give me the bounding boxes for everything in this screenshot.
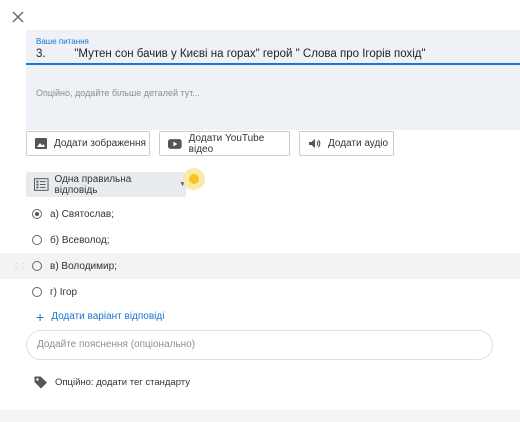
close-icon[interactable]	[10, 9, 26, 25]
explanation-input[interactable]: Додайте пояснення (опціонально)	[26, 330, 493, 360]
answer-radio[interactable]	[32, 287, 42, 297]
add-standard-tag-button[interactable]: Опційно: додати тег стандарту	[34, 376, 190, 389]
add-youtube-button[interactable]: Додати YouTube відео	[159, 131, 290, 156]
image-icon	[35, 138, 47, 149]
answer-radio[interactable]	[32, 261, 42, 271]
add-standard-tag-label: Опційно: додати тег стандарту	[55, 377, 190, 388]
hint-hotspot[interactable]	[183, 168, 205, 190]
answer-row: а) Святослав;	[0, 201, 520, 227]
question-field[interactable]: Ваше питання 3. "Мутен сон бачив у Києві…	[26, 30, 520, 130]
plus-icon: +	[36, 308, 45, 325]
question-label: Ваше питання	[36, 37, 89, 46]
list-icon	[34, 178, 49, 191]
volume-icon	[309, 139, 321, 148]
add-audio-label: Додати аудіо	[328, 138, 389, 149]
answer-text[interactable]: б) Всеволод;	[50, 235, 110, 246]
question-input[interactable]: 3. "Мутен сон бачив у Києві на горах" ге…	[36, 48, 426, 60]
tag-icon	[34, 376, 47, 389]
answer-radio[interactable]	[32, 235, 42, 245]
question-type-dropdown[interactable]: Одна правильна відповідь ▼	[26, 172, 186, 197]
youtube-icon	[168, 138, 182, 149]
answer-text[interactable]: а) Святослав;	[50, 209, 114, 220]
add-youtube-label: Додати YouTube відео	[188, 132, 265, 155]
answer-row: б) Всеволод;	[0, 227, 520, 253]
add-image-button[interactable]: Додати зображення	[26, 131, 150, 156]
add-image-label: Додати зображення	[54, 138, 146, 149]
add-answer-label: Додати варіант відповіді	[51, 311, 165, 322]
add-audio-button[interactable]: Додати аудіо	[299, 131, 394, 156]
question-editor-card: Ваше питання 3. "Мутен сон бачив у Києві…	[0, 0, 520, 410]
question-details-input[interactable]: Опційно, додайте більше деталей тут...	[36, 88, 200, 98]
answer-radio[interactable]	[32, 209, 42, 219]
answer-text[interactable]: в) Володимир;	[50, 261, 117, 272]
answer-text[interactable]: г) Ігор	[50, 287, 77, 298]
question-type-label: Одна правильна відповідь	[54, 173, 132, 196]
answer-row: г) Ігор	[0, 279, 520, 305]
question-underline	[26, 63, 520, 65]
add-answer-button[interactable]: + Додати варіант відповіді	[36, 308, 165, 325]
answer-row: ⋮⋮ в) Володимир;	[0, 253, 520, 279]
drag-handle-icon[interactable]: ⋮⋮	[12, 262, 27, 271]
